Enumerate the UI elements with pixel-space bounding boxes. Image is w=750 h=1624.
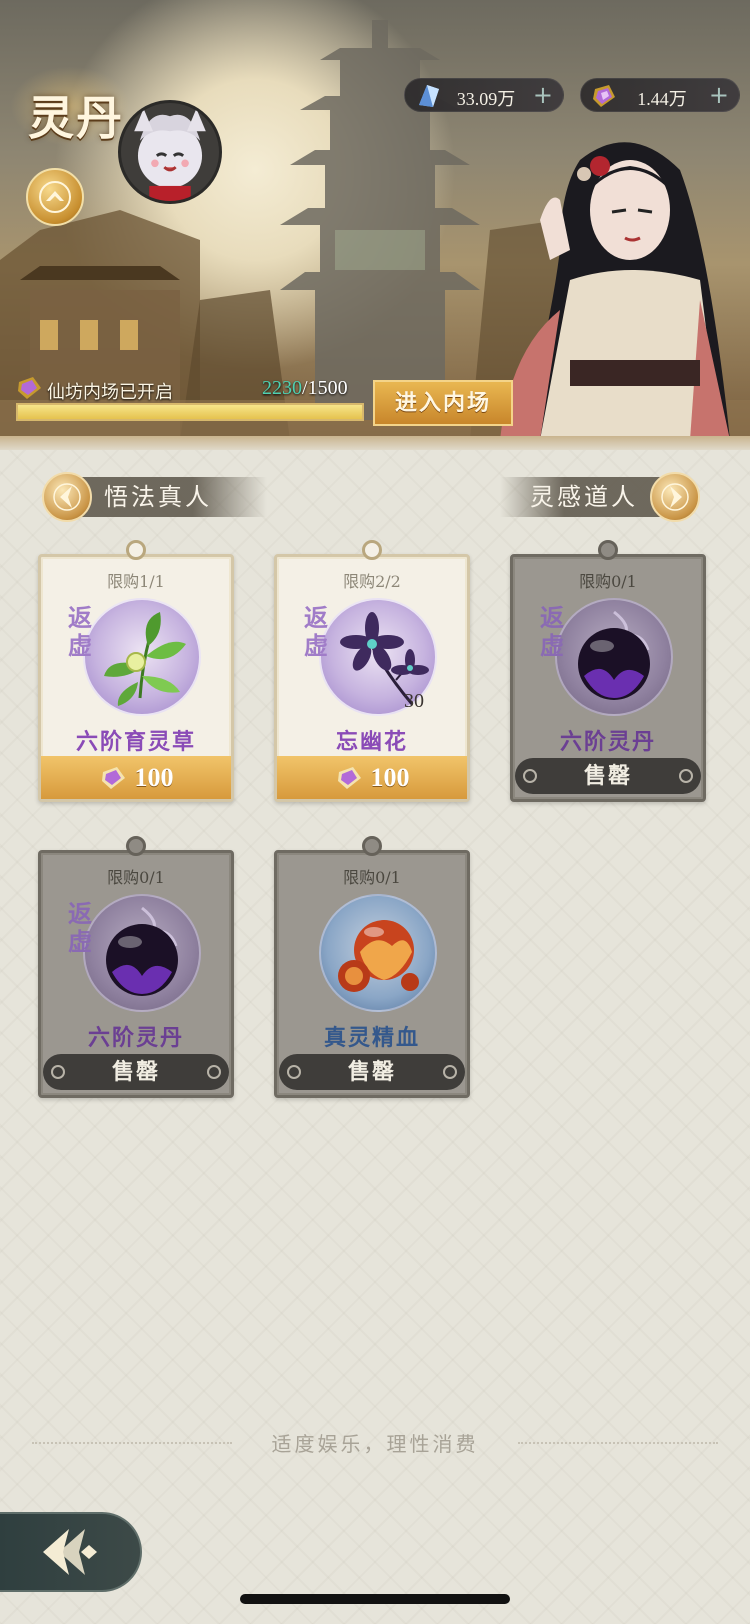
card-knob	[126, 836, 146, 856]
page-title: 灵丹	[28, 91, 124, 145]
item-name: 六阶灵丹	[559, 729, 656, 755]
sold-out-label: 售罄	[111, 1059, 160, 1085]
crystal-amount: 33.09万	[456, 89, 516, 109]
badge-dot	[287, 1065, 301, 1079]
item-name: 忘幽花	[335, 729, 408, 755]
card-knob	[362, 540, 382, 560]
badge-dot	[51, 1065, 65, 1079]
shop-item-card[interactable]: 限购0/1 返虚 六阶灵丹 售罄	[38, 836, 234, 1098]
currency-token: 1.44万 +	[580, 78, 740, 112]
progress-label: 仙坊内场已开启	[47, 382, 173, 403]
purchase-limit: 限购2/2	[343, 572, 401, 591]
purple-token-icon	[593, 85, 615, 107]
spirit-crystal-icon	[419, 85, 439, 107]
currency-crystal: 33.09万 +	[404, 78, 564, 112]
shop-banner: 灵丹 33.09万 + 1.44万 + 仙坊内场已开启 2230/1500 进入…	[0, 0, 750, 440]
card-knob	[598, 540, 618, 560]
badge-dot	[523, 769, 537, 783]
token-amount: 1.44万	[637, 89, 687, 109]
mascot-avatar[interactable]	[118, 100, 222, 204]
progress-max: 1500	[307, 377, 348, 399]
prev-npc-label[interactable]: 悟法真人	[82, 477, 267, 517]
progress-bar-fill	[18, 405, 362, 419]
purple-token-icon	[337, 766, 361, 789]
right-arrow-icon	[661, 483, 689, 511]
purchase-limit: 限购0/1	[107, 868, 165, 887]
purple-token-icon	[101, 766, 125, 789]
blood-orb-icon	[338, 920, 419, 992]
add-token-button[interactable]: +	[709, 83, 729, 107]
prev-npc-button[interactable]	[42, 472, 92, 522]
badge-dot	[679, 769, 693, 783]
sold-out-badge: 售罄	[43, 1054, 229, 1090]
badge-dot	[207, 1065, 221, 1079]
item-price: 100	[370, 762, 410, 792]
prev-npc-nav[interactable]: 悟法真人	[42, 472, 267, 522]
enter-inner-market-button[interactable]: 进入内场	[373, 380, 513, 426]
sold-out-label: 售罄	[583, 763, 632, 789]
buy-button[interactable]: 100	[277, 756, 467, 799]
card-knob	[126, 540, 146, 560]
item-price: 100	[134, 762, 174, 792]
shop-item-card[interactable]: 限购0/1 返虚 六阶灵丹 售罄	[510, 540, 706, 802]
back-arrow-icon	[43, 1529, 97, 1575]
up-chevron-icon	[39, 181, 71, 213]
shop-item-card[interactable]: 限购0/1 真灵精血 售罄	[274, 836, 470, 1098]
next-npc-label[interactable]: 灵感道人	[500, 477, 660, 517]
item-name: 真灵精血	[323, 1025, 420, 1051]
shopkeeper-portrait	[500, 142, 730, 440]
back-button[interactable]	[0, 1512, 142, 1592]
item-name: 六阶育灵草	[75, 729, 196, 755]
left-arrow-icon	[53, 483, 81, 511]
moderation-notice: 适度娱乐，理性消费	[271, 1432, 479, 1456]
sold-out-badge: 售罄	[515, 758, 701, 794]
purchase-limit: 限购1/1	[107, 572, 165, 591]
progress-current: 2230	[262, 377, 302, 399]
purple-pill-icon	[578, 610, 650, 700]
up-arrow-button[interactable]	[26, 168, 84, 226]
purchase-limit: 限购0/1	[343, 868, 401, 887]
next-npc-button[interactable]	[650, 472, 700, 522]
shop-item-card[interactable]: 限购1/1 返虚 六阶育灵草 100	[38, 540, 234, 802]
progress-bar	[16, 403, 364, 421]
herb-icon	[104, 612, 186, 706]
next-npc-nav[interactable]: 灵感道人	[500, 472, 700, 522]
purple-pill-icon	[106, 906, 178, 996]
item-quantity: 30	[404, 690, 424, 712]
buy-button[interactable]: 100	[41, 756, 231, 799]
badge-dot	[443, 1065, 457, 1079]
progress-count: 2230/1500	[262, 377, 348, 400]
sold-out-badge: 售罄	[279, 1054, 465, 1090]
card-knob	[362, 836, 382, 856]
home-indicator[interactable]	[240, 1594, 510, 1604]
sold-out-label: 售罄	[347, 1059, 396, 1085]
purple-token-icon	[18, 377, 41, 399]
add-crystal-button[interactable]: +	[533, 83, 553, 107]
shop-item-card[interactable]: 限购2/2 返虚 30 忘幽花 100	[274, 540, 470, 802]
purchase-limit: 限购0/1	[579, 572, 637, 591]
item-name: 六阶灵丹	[87, 1025, 184, 1051]
